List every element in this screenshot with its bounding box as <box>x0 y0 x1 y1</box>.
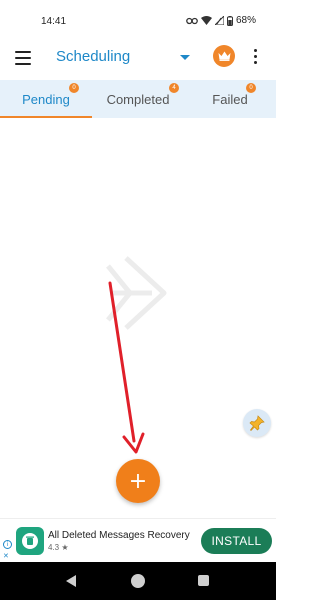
status-time: 14:41 <box>41 16 67 27</box>
signal-icon <box>214 16 224 25</box>
recents-icon[interactable] <box>198 575 209 586</box>
tab-badge-count: 0 <box>246 83 256 93</box>
home-icon[interactable] <box>131 574 145 588</box>
tab-label: Completed <box>106 91 170 107</box>
ad-banner[interactable]: i ✕ All Deleted Messages Recovery 4.3 ★ … <box>0 518 276 562</box>
caret-down-icon[interactable] <box>180 55 190 60</box>
tab-bar: Pending 0 Completed 4 Failed 0 <box>0 80 276 118</box>
send-arrow-watermark-icon <box>106 256 167 330</box>
tab-badge-count: 4 <box>169 83 179 93</box>
status-icons: 68% <box>186 15 256 26</box>
back-icon[interactable] <box>66 575 76 587</box>
status-bar: 14:41 68% <box>0 0 276 36</box>
wifi-icon <box>200 16 212 25</box>
premium-button[interactable] <box>213 45 235 67</box>
screen: 14:41 68% Scheduling Pending 0 Completed… <box>0 0 276 600</box>
tab-badge-count: 0 <box>69 83 79 93</box>
hamburger-menu-icon[interactable] <box>15 51 31 65</box>
link-icon <box>186 17 198 24</box>
active-tab-indicator <box>0 116 92 118</box>
ad-rating: 4.3 ★ <box>48 543 69 552</box>
install-button[interactable]: INSTALL <box>201 528 272 554</box>
ad-app-icon[interactable] <box>16 527 44 555</box>
battery-icon <box>226 15 233 26</box>
tab-label: Failed <box>212 91 248 107</box>
ad-title[interactable]: All Deleted Messages Recovery <box>48 530 190 541</box>
crown-icon <box>218 51 230 61</box>
tab-pending[interactable]: Pending 0 <box>0 80 92 118</box>
battery-percent: 68% <box>235 15 256 26</box>
app-bar: Scheduling <box>0 36 276 80</box>
more-vertical-icon[interactable] <box>253 49 257 67</box>
ad-info-icon[interactable]: i <box>3 540 12 549</box>
pushpin-icon <box>249 415 265 431</box>
add-button[interactable]: + <box>116 459 160 503</box>
ad-close-icon[interactable]: ✕ <box>3 552 9 560</box>
system-nav-bar <box>0 562 276 600</box>
trash-chat-icon <box>22 533 38 549</box>
tab-failed[interactable]: Failed 0 <box>184 80 276 118</box>
pin-button[interactable] <box>243 409 271 437</box>
tab-label: Pending <box>22 91 70 107</box>
tab-completed[interactable]: Completed 4 <box>92 80 184 118</box>
page-title[interactable]: Scheduling <box>56 48 130 65</box>
